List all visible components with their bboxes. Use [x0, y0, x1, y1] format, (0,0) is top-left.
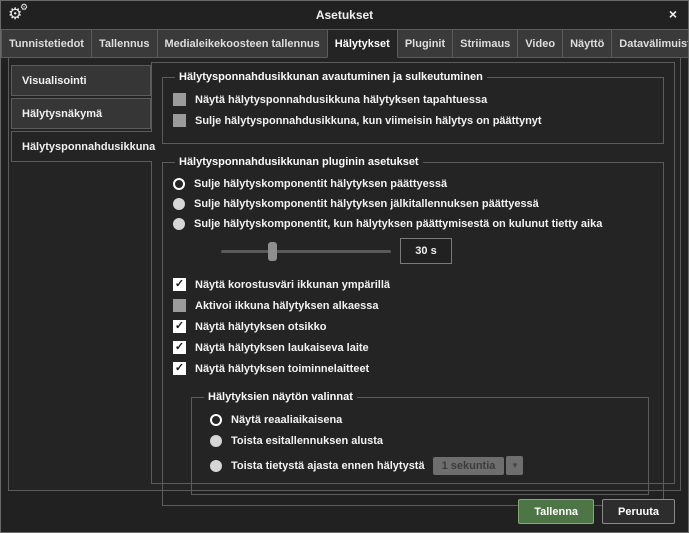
- tab-h-lytykset[interactable]: Hälytykset: [327, 29, 398, 58]
- group-legend: Hälytysponnahdusikkunan avautuminen ja s…: [175, 71, 487, 83]
- checkbox-label: Näytä korostusväri ikkunan ympärillä: [195, 279, 390, 291]
- cancel-button[interactable]: Peruuta: [602, 499, 675, 524]
- radio-selected-icon[interactable]: [210, 414, 222, 426]
- popup-open-close-checkboxes: Näytä hälytysponnahdusikkuna hälytyksen …: [173, 93, 653, 127]
- radio-unselected-icon[interactable]: [173, 218, 185, 230]
- delay-slider-row: 30 s: [221, 238, 653, 264]
- sidebar-item-h-lytysn-kym[interactable]: Hälytysnäkymä: [11, 98, 151, 129]
- tab-medialeikekoosteen-tallennus[interactable]: Medialeikekoosteen tallennus: [157, 29, 328, 58]
- save-button[interactable]: Tallenna: [518, 499, 594, 524]
- checkbox-checked-icon[interactable]: ✓: [173, 320, 186, 333]
- radio-label: Sulje hälytyskomponentit hälytyksen päät…: [194, 178, 447, 190]
- sidebar-item-h-lytysponnahdusikkuna[interactable]: Hälytysponnahdusikkuna: [11, 131, 152, 162]
- checkbox-label: Näytä hälytysponnahdusikkuna hälytyksen …: [195, 94, 487, 106]
- radio-label: Sulje hälytyskomponentit, kun hälytyksen…: [194, 218, 602, 230]
- close-components-radios: Sulje hälytyskomponentit hälytyksen päät…: [173, 178, 653, 230]
- alarms-tab-page: VisualisointiHälytysnäkymäHälytysponnahd…: [8, 58, 681, 491]
- checkbox-unchecked-icon[interactable]: [173, 114, 186, 127]
- checkbox-row: ✓ Näytä hälytyksen toiminnelaitteet: [173, 362, 653, 375]
- group-legend: Hälytysponnahdusikkunan pluginin asetuks…: [175, 156, 423, 168]
- checkbox-row: Sulje hälytysponnahdusikkuna, kun viimei…: [173, 114, 653, 127]
- radio-unselected-icon[interactable]: [173, 198, 185, 210]
- dropdown-value[interactable]: 1 sekuntia: [433, 457, 505, 475]
- small-gear-icon: ⚙: [20, 2, 28, 13]
- alarm-display-choices-group: Hälytyksien näytön valinnat Näytä reaali…: [191, 391, 649, 495]
- popup-plugin-settings-group: Hälytysponnahdusikkunan pluginin asetuks…: [162, 156, 664, 506]
- checkbox-row: ✓ Näytä hälytyksen laukaiseva laite: [173, 341, 653, 354]
- display-option-checkboxes: ✓ Näytä korostusväri ikkunan ympärillä Akt…: [173, 278, 653, 375]
- tab-datav-limuisti[interactable]: Datavälimuisti: [611, 29, 689, 58]
- delay-value-box[interactable]: 30 s: [400, 238, 452, 264]
- sidebar: VisualisointiHälytysnäkymäHälytysponnahd…: [11, 62, 151, 484]
- settings-gear-icon: ⚙ ⚙: [8, 4, 32, 26]
- checkbox-label: Sulje hälytysponnahdusikkuna, kun viimei…: [195, 115, 542, 127]
- checkbox-row: ✓ Näytä korostusväri ikkunan ympärillä: [173, 278, 653, 291]
- checkbox-checked-icon[interactable]: ✓: [173, 341, 186, 354]
- tab-striimaus[interactable]: Striimaus: [452, 29, 518, 58]
- radio-selected-icon[interactable]: [173, 178, 185, 190]
- footer-bar: Tallenna Peruuta: [1, 491, 688, 532]
- checkbox-label: Aktivoi ikkuna hälytyksen alkaessa: [195, 300, 378, 312]
- delay-slider-track[interactable]: [221, 250, 391, 253]
- sidebar-item-visualisointi[interactable]: Visualisointi: [11, 65, 151, 96]
- close-icon[interactable]: ×: [669, 6, 677, 22]
- checkbox-label: Näytä hälytyksen toiminnelaitteet: [195, 363, 369, 375]
- title-bar: ⚙ ⚙ Asetukset ×: [1, 1, 688, 29]
- checkbox-row: Näytä hälytysponnahdusikkuna hälytyksen …: [173, 93, 653, 106]
- checkbox-checked-icon[interactable]: ✓: [173, 362, 186, 375]
- radio-unselected-icon[interactable]: [210, 435, 222, 447]
- radio-row: Toista esitallennuksen alusta: [210, 435, 638, 447]
- tab-video[interactable]: Video: [517, 29, 563, 58]
- radio-label: Näytä reaaliaikaisena: [231, 414, 342, 426]
- group-legend: Hälytyksien näytön valinnat: [204, 391, 357, 403]
- radio-label: Toista tietystä ajasta ennen hälytystä: [231, 460, 425, 472]
- dropdown-arrow-icon[interactable]: ▼: [506, 456, 523, 475]
- checkbox-checked-icon[interactable]: ✓: [173, 278, 186, 291]
- checkbox-row: ✓ Näytä hälytyksen otsikko: [173, 320, 653, 333]
- tab-n-ytt[interactable]: Näyttö: [562, 29, 612, 58]
- radio-row: Näytä reaaliaikaisena: [210, 414, 638, 426]
- tab-pluginit[interactable]: Pluginit: [397, 29, 453, 58]
- radio-row: Toista tietystä ajasta ennen hälytystä 1 …: [210, 456, 638, 475]
- tab-tunnistetiedot[interactable]: Tunnistetiedot: [1, 29, 92, 58]
- checkbox-label: Näytä hälytyksen laukaiseva laite: [195, 342, 369, 354]
- settings-window: ⚙ ⚙ Asetukset × TunnistetiedotTallennusM…: [0, 0, 689, 533]
- checkbox-unchecked-icon[interactable]: [173, 299, 186, 312]
- checkbox-label: Näytä hälytyksen otsikko: [195, 321, 326, 333]
- radio-label: Sulje hälytyskomponentit hälytyksen jälk…: [194, 198, 539, 210]
- checkbox-row: Aktivoi ikkuna hälytyksen alkaessa: [173, 299, 653, 312]
- delay-slider-handle[interactable]: [268, 242, 277, 261]
- alarm-display-radios: Näytä reaaliaikaisena Toista esitallennuk…: [202, 414, 638, 475]
- radio-row: Sulje hälytyskomponentit hälytyksen päät…: [173, 178, 653, 190]
- window-title: Asetukset: [1, 8, 688, 22]
- radio-row: Sulje hälytyskomponentit, kun hälytyksen…: [173, 218, 653, 230]
- tab-tallennus[interactable]: Tallennus: [91, 29, 158, 58]
- pre-alarm-time-dropdown: 1 sekuntia▼: [433, 456, 524, 475]
- radio-label: Toista esitallennuksen alusta: [231, 435, 383, 447]
- checkbox-unchecked-icon[interactable]: [173, 93, 186, 106]
- radio-unselected-icon[interactable]: [210, 460, 222, 472]
- tab-bar: TunnistetiedotTallennusMedialeikekoostee…: [1, 29, 688, 58]
- radio-row: Sulje hälytyskomponentit hälytyksen jälk…: [173, 198, 653, 210]
- content-panel: Hälytysponnahdusikkunan avautuminen ja s…: [151, 62, 675, 484]
- popup-open-close-group: Hälytysponnahdusikkunan avautuminen ja s…: [162, 71, 664, 144]
